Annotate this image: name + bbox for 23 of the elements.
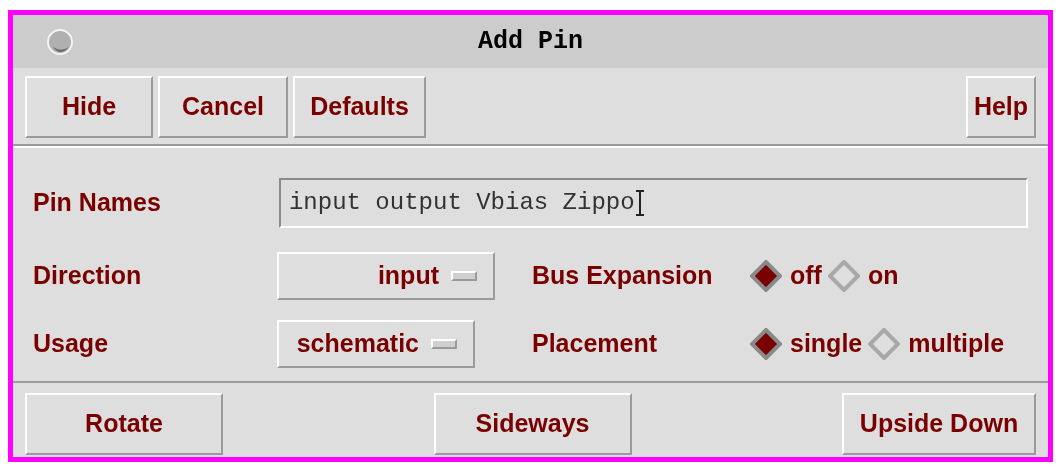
action-button[interactable]: Upside Down — [842, 393, 1036, 455]
pin-names-field[interactable]: input output Vbias Zippo — [278, 178, 1028, 228]
action-button[interactable]: Rotate — [25, 393, 223, 455]
help-button[interactable]: Help — [966, 76, 1036, 138]
toolbar-button[interactable]: Hide — [25, 76, 153, 138]
dropdown-button[interactable]: schematic — [277, 320, 475, 368]
radio-option[interactable]: off — [750, 257, 822, 295]
radio-option[interactable]: on — [827, 257, 899, 295]
field-label: Usage — [33, 328, 110, 360]
field-label: Pin Names — [33, 187, 162, 219]
field-label: Bus Expansion — [532, 260, 714, 292]
field-label: Placement — [532, 328, 659, 360]
radio-option[interactable]: single — [750, 325, 863, 363]
window-title: Add Pin — [478, 25, 583, 58]
toolbar-button[interactable]: Cancel — [158, 76, 288, 138]
field-label: Direction — [33, 260, 143, 292]
text-cursor-icon — [634, 189, 645, 217]
dropdown-button[interactable]: input — [277, 252, 495, 300]
radio-option[interactable]: multiple — [868, 325, 1005, 363]
action-button[interactable]: Sideways — [433, 393, 632, 455]
dropdown-indicator-icon — [451, 271, 477, 281]
dropdown-indicator-icon — [431, 339, 457, 349]
toolbar-button[interactable]: Defaults — [293, 76, 426, 138]
